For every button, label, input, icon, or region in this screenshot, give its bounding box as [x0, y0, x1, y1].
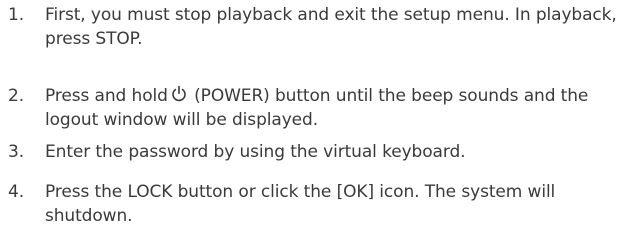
- step-3-text: Enter the password by using the virtual …: [45, 142, 466, 162]
- step-2-text-before-icon: Press and hold: [45, 86, 168, 106]
- step-4-text: Press the LOCK button or click the [OK] …: [45, 182, 556, 226]
- step-4-number: 4.: [8, 182, 25, 202]
- step-1-text: First, you must stop playback and exit t…: [45, 5, 617, 49]
- step-3-number: 3.: [8, 142, 25, 162]
- power-icon: [171, 85, 187, 103]
- step-2-number: 2.: [8, 86, 25, 106]
- instruction-page: { "steps": [ { "number": "1.", "text": "…: [0, 0, 635, 250]
- step-2-text: Press and hold (POWER) button until the …: [45, 84, 630, 132]
- step-1-number: 1.: [8, 5, 25, 25]
